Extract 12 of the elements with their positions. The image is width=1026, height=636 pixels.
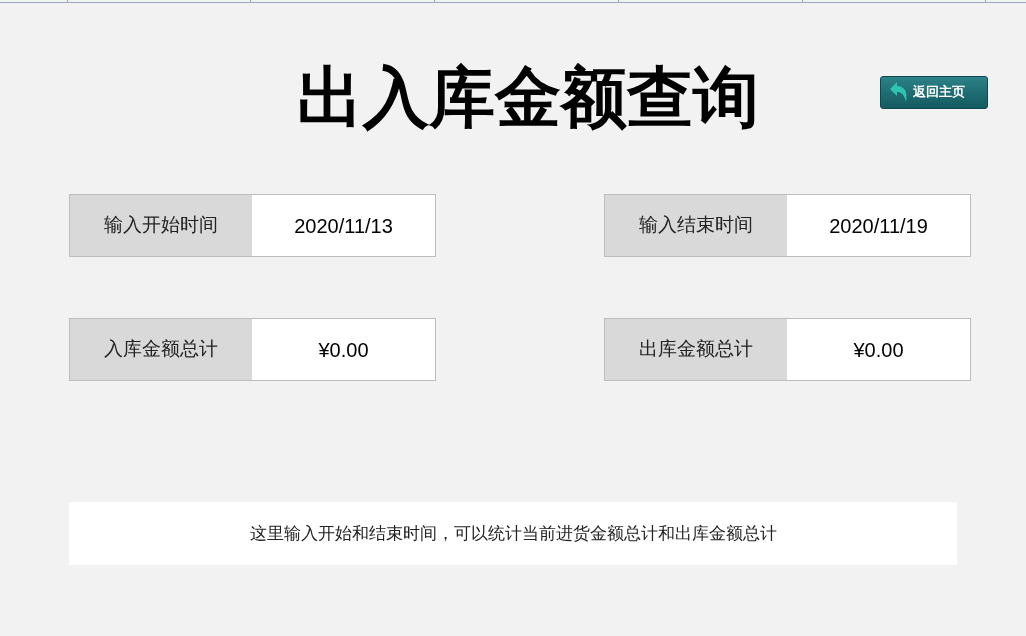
field-label: 输入开始时间 [70, 195, 252, 256]
field-value[interactable]: ¥0.00 [787, 319, 970, 380]
home-button[interactable]: 返回主页 [880, 75, 988, 109]
field-label: 输入结束时间 [605, 195, 787, 256]
field-label: 入库金额总计 [70, 319, 252, 380]
field-value[interactable]: 2020/11/19 [787, 195, 970, 256]
field-value[interactable]: ¥0.00 [252, 319, 435, 380]
note-text: 这里输入开始和结束时间，可以统计当前进货金额总计和出库金额总计 [249, 522, 777, 545]
field-label: 出库金额总计 [605, 319, 787, 380]
field-value[interactable]: 2020/11/13 [252, 195, 435, 256]
page-title: 出入库金额查询 [297, 65, 759, 131]
return-arrow-icon [889, 81, 909, 103]
